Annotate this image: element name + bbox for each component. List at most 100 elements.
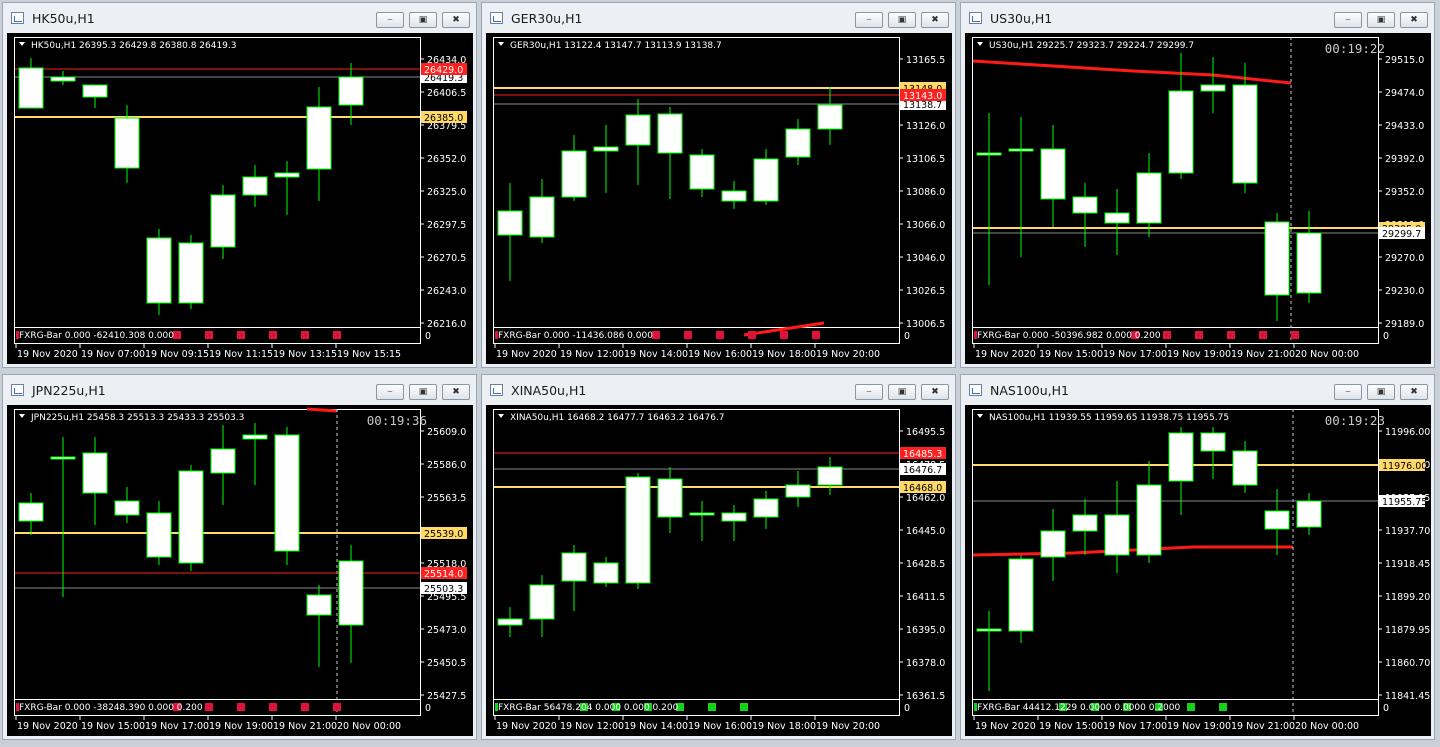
window-titlebar[interactable]: GER30u,H1 ⎯ ▣ ✖ xyxy=(482,3,955,33)
candle-body xyxy=(18,502,44,522)
chart-canvas: 16495.516478.516462.016445.016428.516411… xyxy=(493,409,946,732)
moving-average-line xyxy=(972,545,1293,557)
candle-body xyxy=(689,512,715,516)
candle-timer: 00:19:23 xyxy=(1324,413,1385,428)
candle-body xyxy=(146,237,172,304)
close-button[interactable]: ✖ xyxy=(921,384,949,400)
price-tag-text: 16468.0 xyxy=(903,483,942,494)
maximize-button[interactable]: ▣ xyxy=(1367,384,1395,400)
price-chart[interactable]: 11996.0011976.0011957.1511937.7011918.45… xyxy=(965,405,1431,736)
candle-body xyxy=(1232,450,1258,486)
indicator-marker xyxy=(301,703,309,711)
y-tick-label: 25586.0 xyxy=(427,460,466,471)
price-chart[interactable]: 16495.516478.516462.016445.016428.516411… xyxy=(486,405,952,736)
chart-canvas: 26434.026406.526379.526352.026325.026297… xyxy=(14,37,467,360)
chart-window-jpn225u[interactable]: JPN225u,H1 ⎯ ▣ ✖ 25609.0 25586.0 25563.5 25… xyxy=(2,374,477,740)
candle-body xyxy=(721,190,747,202)
indicator-marker xyxy=(333,331,341,339)
candle-body xyxy=(497,618,523,626)
candle-body xyxy=(785,128,811,158)
candle-body xyxy=(593,146,619,152)
indicator-marker xyxy=(269,703,277,711)
chart-window-icon xyxy=(490,384,503,396)
candle-body xyxy=(1008,148,1034,152)
candle-body xyxy=(817,466,843,486)
minimize-button[interactable]: ⎯ xyxy=(376,12,404,28)
indicator-label: FXRG-Bar 44412.1229 0.0000 0.0000 0.2000 xyxy=(977,703,1180,713)
x-tick-label: 19 Nov 12:00 xyxy=(560,349,624,360)
window-titlebar[interactable]: US30u,H1 ⎯ ▣ ✖ xyxy=(961,3,1434,33)
chart-window-hk50u[interactable]: HK50u,H1 ⎯ ▣ ✖ 26434.0 26406.5 26379.5 2635… xyxy=(2,2,477,368)
indicator-label: FXRG-Bar 0.000 -62410.308 0.000 xyxy=(19,331,174,341)
indicator-zero-label: 0 xyxy=(425,331,431,342)
candle-body xyxy=(785,484,811,498)
window-title: XINA50u,H1 xyxy=(511,383,587,398)
indicator-marker xyxy=(269,331,277,339)
y-tick-label: 16462.0 xyxy=(906,493,945,504)
close-button[interactable]: ✖ xyxy=(1400,384,1428,400)
y-tick-label: 29230.0 xyxy=(1385,286,1424,297)
window-titlebar[interactable]: XINA50u,H1 ⎯ ▣ ✖ xyxy=(482,375,955,405)
indicator-marker xyxy=(205,703,213,711)
chart-window-ger30u[interactable]: GER30u,H1 ⎯ ▣ ✖ 13165.513146.013126.0131… xyxy=(481,2,956,368)
y-tick-label: 11996.00 xyxy=(1385,427,1430,438)
candle-body xyxy=(561,150,587,198)
close-button[interactable]: ✖ xyxy=(1400,12,1428,28)
x-tick-label: 19 Nov 18:00 xyxy=(752,721,816,732)
window-titlebar[interactable]: HK50u,H1 ⎯ ▣ ✖ xyxy=(3,3,476,33)
chart-menu-arrow-icon xyxy=(498,414,504,418)
candle-body xyxy=(338,76,364,106)
y-tick-label: 29515.0 xyxy=(1385,55,1424,66)
minimize-button[interactable]: ⎯ xyxy=(855,384,883,400)
chart-window-nas100u[interactable]: NAS100u,H1 ⎯ ▣ ✖ 11996.0011976.0011957.1… xyxy=(960,374,1435,740)
y-tick-label: 16495.5 xyxy=(906,427,945,438)
minimize-button[interactable]: ⎯ xyxy=(1334,384,1362,400)
indicator-marker xyxy=(740,703,748,711)
maximize-button[interactable]: ▣ xyxy=(888,12,916,28)
chart-window-xina50u[interactable]: XINA50u,H1 ⎯ ▣ ✖ 16495.516478.516462.016… xyxy=(481,374,956,740)
x-tick-label: 19 Nov 17:00 xyxy=(1103,349,1167,360)
close-button[interactable]: ✖ xyxy=(442,384,470,400)
y-tick-label: 16395.0 xyxy=(906,625,945,636)
candle-body xyxy=(50,76,76,82)
chart-canvas: 25609.025586.025563.525541.025518.025495… xyxy=(14,407,467,732)
price-chart[interactable]: 25609.025586.025563.525541.025518.025495… xyxy=(7,405,473,736)
chart-window-us30u[interactable]: US30u,H1 ⎯ ▣ ✖ 29515.0 29474.0 29433.0 2939… xyxy=(960,2,1435,368)
candle-body xyxy=(242,176,268,196)
maximize-button[interactable]: ▣ xyxy=(888,384,916,400)
candle-body xyxy=(529,584,555,620)
y-tick-label: 29189.0 xyxy=(1385,319,1424,330)
maximize-button[interactable]: ▣ xyxy=(1367,12,1395,28)
chart-window-icon xyxy=(11,384,24,396)
x-tick-label: 19 Nov 15:15 xyxy=(337,349,401,360)
close-button[interactable]: ✖ xyxy=(442,12,470,28)
price-chart[interactable]: 13165.513146.013126.013106.513086.013066… xyxy=(486,33,952,364)
y-tick-label: 26243.0 xyxy=(427,286,466,297)
x-tick-label: 19 Nov 07:00 xyxy=(81,349,145,360)
chart-menu-arrow-icon xyxy=(498,42,504,46)
y-tick-label: 11937.70 xyxy=(1385,526,1430,537)
price-chart[interactable]: 29515.029474.029433.029392.029352.029311… xyxy=(965,33,1431,364)
y-tick-label: 13026.5 xyxy=(906,286,945,297)
candle-body xyxy=(1008,558,1034,632)
y-tick-label: 29352.0 xyxy=(1385,187,1424,198)
close-button[interactable]: ✖ xyxy=(921,12,949,28)
chart-window-icon xyxy=(969,12,982,24)
maximize-button[interactable]: ▣ xyxy=(409,12,437,28)
price-tag-text: 11955.75 xyxy=(1382,497,1427,508)
ohlc-info: GER30u,H1 13122.4 13147.7 13113.9 13138.… xyxy=(510,41,722,51)
y-tick-label: 26216.0 xyxy=(427,319,466,330)
window-titlebar[interactable]: JPN225u,H1 ⎯ ▣ ✖ xyxy=(3,375,476,405)
window-titlebar[interactable]: NAS100u,H1 ⎯ ▣ ✖ xyxy=(961,375,1434,405)
minimize-button[interactable]: ⎯ xyxy=(376,384,404,400)
y-tick-label: 26352.0 xyxy=(427,154,466,165)
maximize-button[interactable]: ▣ xyxy=(409,384,437,400)
indicator-label: FXRG-Bar 0.000 -38248.390 0.000 0.200 xyxy=(19,703,203,713)
minimize-button[interactable]: ⎯ xyxy=(855,12,883,28)
minimize-button[interactable]: ⎯ xyxy=(1334,12,1362,28)
price-chart[interactable]: 26434.0 26406.5 26379.5 26352.0 26325.0 26297… xyxy=(7,33,473,364)
candle-body xyxy=(1168,432,1194,482)
indicator-marker xyxy=(1163,331,1171,339)
indicator-marker xyxy=(684,331,692,339)
window-title: JPN225u,H1 xyxy=(32,383,106,398)
